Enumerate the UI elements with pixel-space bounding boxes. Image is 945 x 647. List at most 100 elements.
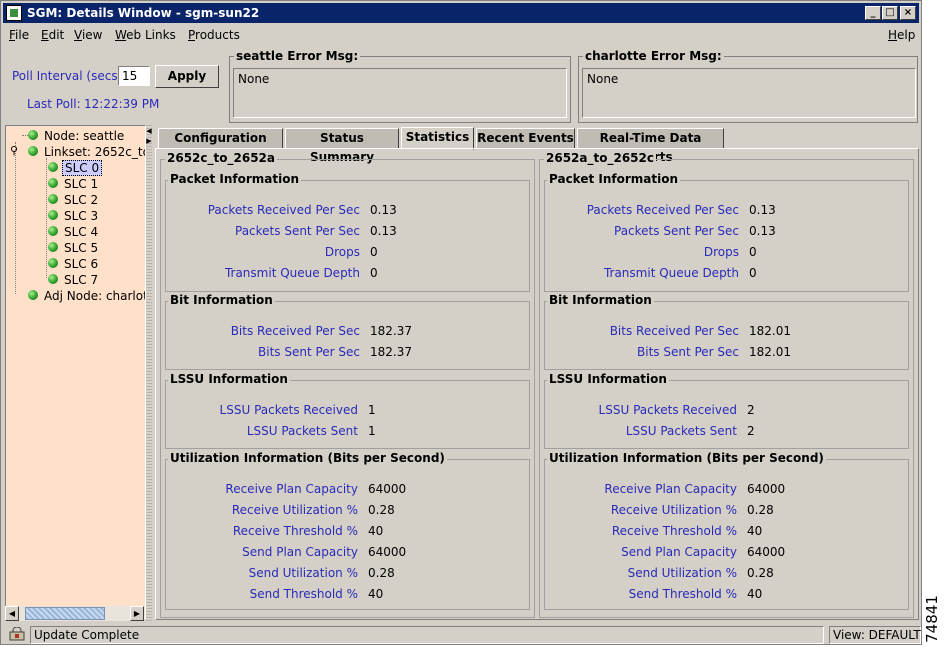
- right-packet-title: Packet Information: [547, 172, 681, 186]
- right-lssu-title: LSSU Information: [547, 372, 669, 386]
- maximize-icon[interactable]: □: [882, 6, 898, 20]
- left-recv-util-row: Receive Utilization %: [166, 503, 358, 519]
- menu-edit-mnemonic: E: [41, 28, 49, 42]
- right-recv-util-label: Receive Utilization %: [610, 503, 737, 517]
- right-bit-group: Bit Information Bits Received Per Sec 18…: [544, 293, 909, 370]
- seattle-error-group: seattle Error Msg: None: [229, 49, 571, 123]
- right-drops-value: 0: [749, 245, 757, 259]
- left-linkset-group: 2652c_to_2652a Packet Information Packet…: [160, 151, 535, 618]
- right-recv-capacity-label: Receive Plan Capacity: [604, 482, 737, 496]
- right-lssu-received-value: 2: [747, 403, 755, 417]
- menu-file[interactable]: File: [9, 28, 29, 42]
- right-util-group: Utilization Information (Bits per Second…: [544, 451, 909, 610]
- close-icon[interactable]: ×: [900, 6, 916, 20]
- menu-bar: File Edit View Web Links Products Help: [3, 25, 919, 45]
- left-lssu-sent-value: 1: [368, 424, 376, 438]
- right-lssu-sent-row: LSSU Packets Sent: [545, 424, 737, 440]
- tree-connector: [15, 142, 16, 294]
- tree-node-label: Node: seattle: [44, 129, 125, 143]
- minimize-icon[interactable]: _: [865, 6, 881, 20]
- menu-help-label: elp: [897, 28, 916, 42]
- right-recv-threshold-label: Receive Threshold %: [611, 524, 737, 538]
- right-bits-sent-row: Bits Sent Per Sec: [545, 345, 739, 361]
- tab-real-time-data-charts[interactable]: Real-Time Data Charts: [577, 128, 724, 164]
- status-ok-icon: [28, 146, 38, 156]
- right-lssu-received-row: LSSU Packets Received: [545, 403, 737, 419]
- menu-web-links[interactable]: Web Links: [115, 28, 176, 42]
- apply-button[interactable]: Apply: [155, 65, 219, 88]
- menu-edit[interactable]: Edit: [41, 28, 64, 42]
- left-lssu-group: LSSU Information LSSU Packets Received 1…: [165, 372, 530, 449]
- tree-horizontal-scrollbar[interactable]: ◀ ▶: [5, 606, 144, 621]
- left-recv-capacity-row: Receive Plan Capacity: [166, 482, 358, 498]
- title-bar[interactable]: SGM: Details Window - sgm-sun22 _ □ ×: [3, 3, 919, 23]
- left-lssu-received-label: LSSU Packets Received: [219, 403, 358, 417]
- right-packets-sent-label: Packets Sent Per Sec: [614, 224, 739, 238]
- last-poll-value: 12:22:39 PM: [84, 97, 160, 111]
- tab-configuration-data[interactable]: Configuration Data: [158, 128, 283, 164]
- left-drops-row: Drops: [166, 245, 360, 261]
- last-poll-label: Last Poll:: [27, 97, 81, 111]
- tab-recent-events[interactable]: Recent Events: [476, 128, 575, 149]
- scroll-left-icon[interactable]: ◀: [5, 606, 19, 621]
- menu-help[interactable]: Help: [888, 28, 915, 42]
- left-bits-received-label: Bits Received Per Sec: [230, 324, 360, 338]
- right-lssu-sent-value: 2: [747, 424, 755, 438]
- right-bits-received-label: Bits Received Per Sec: [609, 324, 739, 338]
- pane-splitter[interactable]: ◀ ▶: [146, 125, 152, 621]
- collapse-right-icon[interactable]: ▶: [146, 137, 152, 145]
- right-send-capacity-row: Send Plan Capacity: [545, 545, 737, 561]
- left-send-threshold-value: 40: [368, 587, 384, 601]
- menu-file-label: ile: [15, 28, 30, 42]
- right-tx-queue-label: Transmit Queue Depth: [603, 266, 739, 280]
- status-ok-icon: [48, 210, 58, 220]
- seattle-error-box[interactable]: None: [233, 68, 567, 118]
- lock-icon[interactable]: [9, 627, 25, 641]
- scroll-right-icon[interactable]: ▶: [130, 606, 144, 621]
- right-packet-group: Packet Information Packets Received Per …: [544, 172, 909, 292]
- tree-slc-label: SLC 5: [64, 241, 99, 255]
- right-lssu-sent-label: LSSU Packets Sent: [625, 424, 737, 438]
- status-bar: Update Complete View: DEFAULT: [3, 625, 921, 645]
- topology-tree[interactable]: Node: seattle ⚲ Linkset: 2652c_to_ SLC 0…: [5, 125, 146, 619]
- charlotte-error-group: charlotte Error Msg: None: [578, 49, 918, 123]
- left-send-util-value: 0.28: [368, 566, 395, 580]
- status-ok-icon: [48, 162, 58, 172]
- left-lssu-title: LSSU Information: [168, 372, 290, 386]
- left-bits-sent-row: Bits Sent Per Sec: [166, 345, 360, 361]
- left-packets-received-row: Packets Received Per Sec: [166, 203, 360, 219]
- left-util-title: Utilization Information (Bits per Second…: [168, 451, 447, 465]
- status-ok-icon: [48, 258, 58, 268]
- menu-edit-label: dit: [48, 28, 65, 42]
- right-bits-sent-label: Bits Sent Per Sec: [637, 345, 739, 359]
- expand-handle-icon[interactable]: ⚲: [10, 144, 18, 157]
- right-send-threshold-label: Send Threshold %: [628, 587, 737, 601]
- scroll-thumb[interactable]: [25, 607, 105, 620]
- details-window: SGM: Details Window - sgm-sun22 _ □ × Fi…: [0, 0, 922, 645]
- charlotte-error-box[interactable]: None: [582, 68, 916, 118]
- menu-view-mnemonic: V: [74, 28, 82, 42]
- menu-products-mnemonic: P: [188, 28, 196, 42]
- left-send-util-label: Send Utilization %: [248, 566, 358, 580]
- collapse-left-icon[interactable]: ◀: [146, 127, 152, 135]
- tab-statistics[interactable]: Statistics: [401, 127, 474, 150]
- right-send-util-row: Send Utilization %: [545, 566, 737, 582]
- menu-products-label: roducts: [195, 28, 240, 42]
- menu-products[interactable]: Products: [188, 28, 240, 42]
- tree-slc-label: SLC 7: [64, 273, 99, 287]
- tree-slc-label: SLC 1: [64, 177, 99, 191]
- poll-interval-input[interactable]: [118, 66, 150, 86]
- left-packets-sent-value: 0.13: [370, 224, 397, 238]
- left-lssu-sent-label: LSSU Packets Sent: [246, 424, 358, 438]
- left-recv-util-value: 0.28: [368, 503, 395, 517]
- left-send-threshold-label: Send Threshold %: [249, 587, 358, 601]
- tab-status-summary[interactable]: Status Summary: [285, 128, 399, 164]
- tree-slc-label: SLC 6: [64, 257, 99, 271]
- statistics-panel: 2652c_to_2652a Packet Information Packet…: [155, 148, 919, 620]
- left-packets-received-label: Packets Received Per Sec: [207, 203, 360, 217]
- left-lssu-received-value: 1: [368, 403, 376, 417]
- menu-view[interactable]: View: [74, 28, 102, 42]
- left-send-capacity-row: Send Plan Capacity: [166, 545, 358, 561]
- right-recv-threshold-row: Receive Threshold %: [545, 524, 737, 540]
- left-send-capacity-label: Send Plan Capacity: [242, 545, 358, 559]
